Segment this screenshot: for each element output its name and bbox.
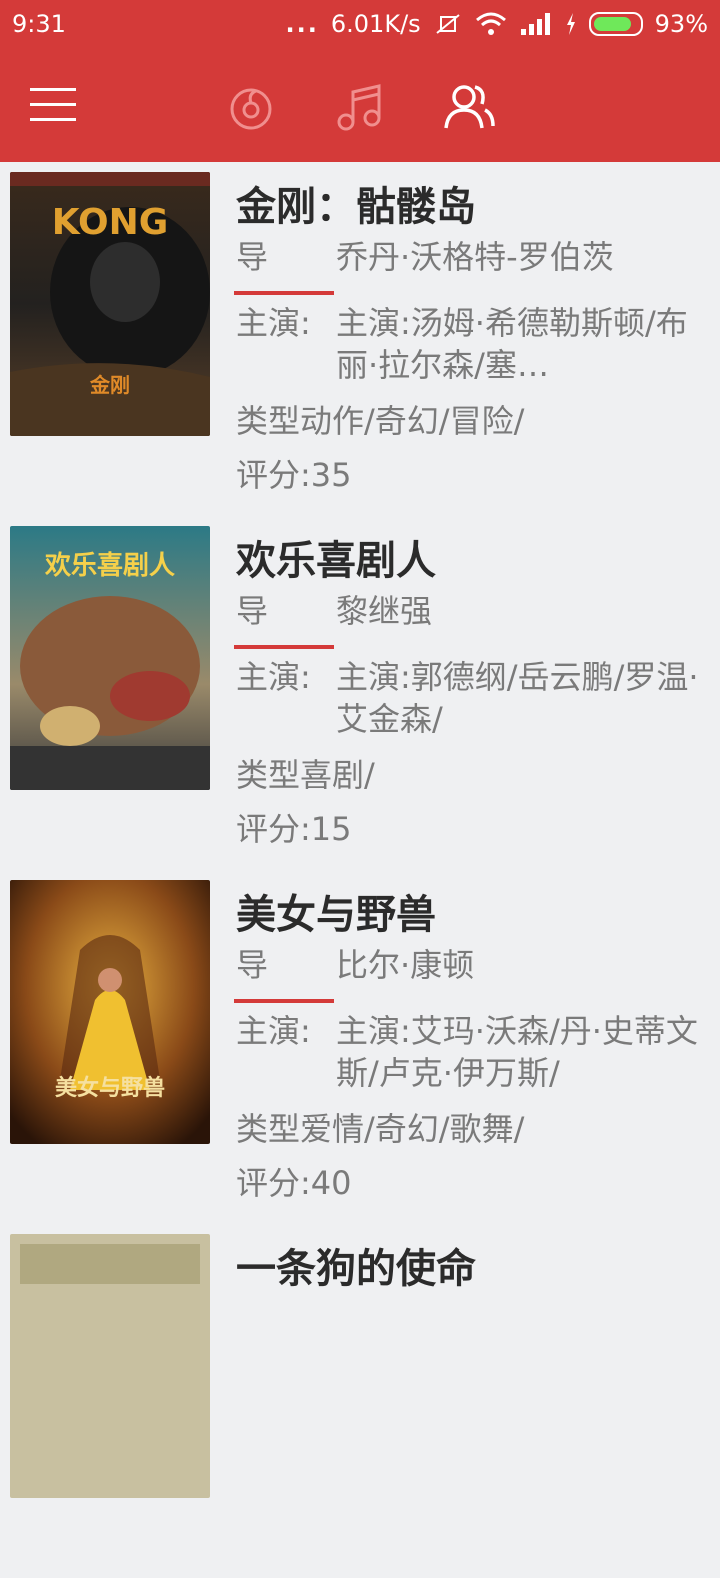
tab-music-note[interactable] — [332, 80, 386, 134]
score-text: 评分:40 — [236, 1164, 352, 1202]
score-text: 评分:15 — [236, 810, 352, 848]
actors-label: 主演: — [236, 304, 311, 342]
director-underline — [234, 645, 334, 649]
director-row: 导 乔丹·沃格特-罗伯茨 — [236, 236, 706, 278]
charging-icon — [566, 13, 575, 35]
director-underline — [234, 291, 334, 295]
genre-text: 类型动作/奇幻/冒险/ — [236, 402, 525, 440]
genre-text: 类型喜剧/ — [236, 756, 375, 794]
poster-kong-image: KONG 金刚 — [10, 172, 210, 436]
actors-row: 主演: 主演:郭德纲/岳云鹏/罗温·艾金森/ — [236, 656, 706, 740]
poster-comedy-image: 欢乐喜剧人 — [10, 526, 210, 790]
list-item[interactable]: 一条狗的使命 — [0, 1224, 720, 1578]
battery-icon — [588, 12, 643, 36]
actors-label: 主演: — [236, 1012, 311, 1050]
director-name: 乔丹·沃格特-罗伯茨 — [336, 238, 614, 276]
app-bar — [0, 52, 720, 162]
signal-icon — [520, 13, 550, 35]
battery-fill — [593, 17, 631, 31]
actors-value: 主演:汤姆·希德勒斯顿/布丽·拉尔森/塞… — [336, 304, 688, 384]
score-text: 评分:35 — [236, 456, 352, 494]
director-row: 导 黎继强 — [236, 590, 706, 632]
movie-poster[interactable]: 欢乐喜剧人 — [10, 526, 210, 790]
movie-poster[interactable]: KONG 金刚 — [10, 172, 210, 436]
list-item[interactable]: 欢乐喜剧人 欢乐喜剧人 导黎继强 主演: 主演:郭德纲/岳云鹏/罗温·艾金森/ … — [0, 516, 720, 870]
actors-label: 主演: — [236, 658, 311, 696]
movie-title[interactable]: 欢乐喜剧人 — [236, 528, 436, 586]
movie-title[interactable]: 一条狗的使命 — [236, 1236, 476, 1294]
menu-icon-line — [30, 103, 76, 106]
tab-music-disc[interactable] — [224, 80, 278, 134]
movie-title[interactable]: 金刚：骷髅岛 — [236, 174, 476, 232]
director-label: 导 — [236, 238, 269, 276]
status-right: ... 6.01K/s 93% — [286, 10, 708, 38]
list-item[interactable]: 美女与野兽 美女与野兽 导 比尔·康顿 主演: 主演:艾玛·沃森/丹·史蒂文斯/卢… — [0, 870, 720, 1224]
genre-text: 类型爱情/奇幻/歌舞/ — [236, 1110, 525, 1148]
poster-subtitle-text: 金刚 — [89, 373, 130, 397]
movie-list: KONG 金刚 金刚：骷髅岛 导 乔丹·沃格特-罗伯茨 主演: 主演:汤姆·希德勒… — [0, 162, 720, 1578]
menu-button[interactable] — [30, 88, 76, 124]
tab-people[interactable] — [442, 80, 496, 134]
poster-dog-image — [10, 1234, 210, 1498]
director-label: 导 — [236, 946, 269, 984]
poster-title-text: KONG — [52, 202, 169, 243]
music-disc-icon — [230, 88, 272, 130]
music-note-icon — [337, 84, 381, 131]
director-row: 导 比尔·康顿 — [236, 944, 706, 986]
poster-title-text: 美女与野兽 — [55, 1075, 165, 1101]
list-item[interactable]: KONG 金刚 金刚：骷髅岛 导 乔丹·沃格特-罗伯茨 主演: 主演:汤姆·希德勒… — [0, 162, 720, 516]
battery-percent: 93% — [654, 10, 708, 38]
actors-row: 主演: 主演:艾玛·沃森/丹·史蒂文斯/卢克·伊万斯/ — [236, 1010, 706, 1094]
poster-title-text: 欢乐喜剧人 — [44, 551, 175, 581]
wifi-icon — [475, 12, 506, 35]
actors-value: 主演:郭德纲/岳云鹏/罗温·艾金森/ — [336, 658, 699, 738]
director-name: 黎继强 — [336, 592, 433, 630]
director-label: 导 — [236, 592, 269, 630]
people-icon — [444, 85, 495, 129]
status-bar: 9:31 ... 6.01K/s 93% — [0, 0, 720, 52]
director-underline — [234, 999, 334, 1003]
actors-value: 主演:艾玛·沃森/丹·史蒂文斯/卢克·伊万斯/ — [336, 1012, 698, 1092]
actors-row: 主演: 主演:汤姆·希德勒斯顿/布丽·拉尔森/塞… — [236, 302, 706, 386]
movie-poster[interactable]: 美女与野兽 — [10, 880, 210, 1144]
director-name: 比尔·康顿 — [336, 946, 475, 984]
movie-poster[interactable] — [10, 1234, 210, 1498]
menu-icon-line — [30, 118, 76, 121]
movie-title[interactable]: 美女与野兽 — [236, 882, 436, 940]
more-dots-icon: ... — [285, 10, 319, 38]
mute-vibrate-icon — [436, 14, 460, 34]
poster-beauty-image: 美女与野兽 — [10, 880, 210, 1144]
menu-icon-line — [30, 88, 76, 91]
network-speed: 6.01K/s — [330, 10, 421, 38]
status-time: 9:31 — [12, 10, 66, 38]
